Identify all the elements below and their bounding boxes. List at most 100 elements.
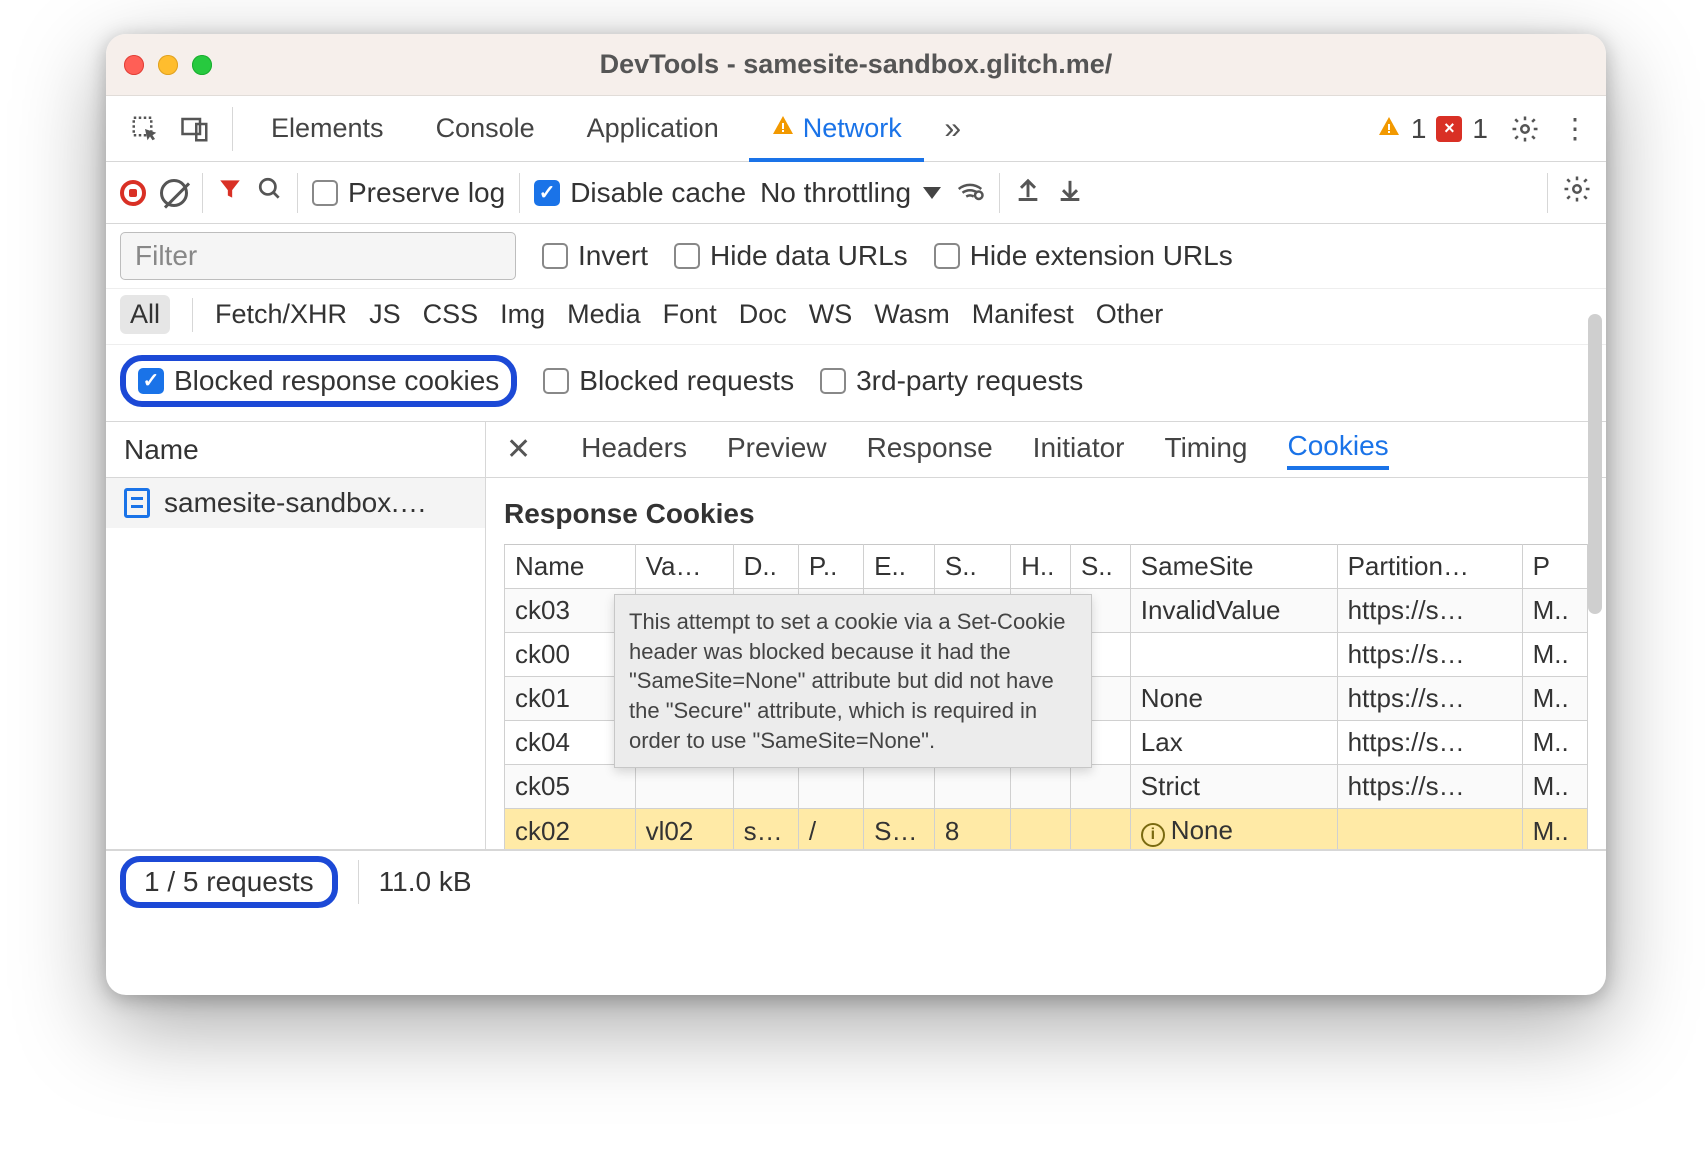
transferred-size: 11.0 kB	[379, 866, 472, 898]
throttling-value: No throttling	[760, 177, 911, 209]
table-cell: None	[1130, 677, 1337, 721]
type-all[interactable]: All	[120, 295, 170, 334]
col-priority[interactable]: P	[1522, 545, 1587, 589]
request-row[interactable]: samesite-sandbox.…	[106, 478, 485, 528]
filter-input[interactable]: Filter	[120, 232, 516, 280]
type-js[interactable]: JS	[369, 299, 401, 330]
col-name[interactable]: Name	[505, 545, 636, 589]
tab-timing[interactable]: Timing	[1165, 432, 1248, 468]
tab-preview[interactable]: Preview	[727, 432, 827, 468]
device-toolbar-icon[interactable]	[174, 108, 216, 150]
table-row[interactable]: ck05Stricthttps://s…M..	[505, 765, 1588, 809]
tab-cookies[interactable]: Cookies	[1287, 430, 1388, 470]
network-settings-icon[interactable]	[1562, 174, 1592, 211]
separator	[297, 173, 298, 213]
col-samesite[interactable]: SameSite	[1130, 545, 1337, 589]
third-party-checkbox[interactable]: 3rd-party requests	[820, 365, 1083, 397]
invert-label: Invert	[578, 240, 648, 272]
preserve-log-label: Preserve log	[348, 177, 505, 209]
type-ws[interactable]: WS	[809, 299, 853, 330]
col-path[interactable]: P..	[798, 545, 863, 589]
disable-cache-checkbox[interactable]: Disable cache	[534, 177, 746, 209]
type-font[interactable]: Font	[663, 299, 717, 330]
network-conditions-icon[interactable]	[955, 174, 985, 211]
highlighted-filter: Blocked response cookies	[120, 355, 517, 407]
col-domain[interactable]: D..	[733, 545, 798, 589]
detail-tab-bar: ✕ Headers Preview Response Initiator Tim…	[486, 422, 1606, 478]
tab-application[interactable]: Application	[565, 96, 741, 162]
blocked-response-cookies-checkbox[interactable]: Blocked response cookies	[138, 365, 499, 397]
table-row[interactable]: ck02vl02s…/S…8iNoneM..	[505, 809, 1588, 850]
type-manifest[interactable]: Manifest	[972, 299, 1074, 330]
type-css[interactable]: CSS	[423, 299, 479, 330]
name-column-header[interactable]: Name	[106, 422, 485, 478]
import-har-icon[interactable]	[1014, 175, 1042, 210]
requests-count: 1 / 5 requests	[144, 866, 314, 897]
col-expires[interactable]: E..	[864, 545, 935, 589]
type-img[interactable]: Img	[500, 299, 545, 330]
scrollbar[interactable]	[1588, 314, 1602, 614]
settings-icon[interactable]	[1504, 108, 1546, 150]
tab-network-label: Network	[803, 113, 902, 144]
tab-console[interactable]: Console	[414, 96, 557, 162]
type-doc[interactable]: Doc	[739, 299, 787, 330]
close-details-button[interactable]: ✕	[506, 432, 531, 467]
type-other[interactable]: Other	[1096, 299, 1164, 330]
table-cell	[1011, 809, 1071, 850]
invert-checkbox[interactable]: Invert	[542, 240, 648, 272]
close-window-button[interactable]	[124, 55, 144, 75]
more-tabs-button[interactable]: »	[932, 108, 974, 150]
type-fetch-xhr[interactable]: Fetch/XHR	[215, 299, 347, 330]
col-httponly[interactable]: H..	[1011, 545, 1071, 589]
error-count: 1	[1472, 113, 1488, 145]
tab-elements[interactable]: Elements	[249, 96, 406, 162]
tab-initiator[interactable]: Initiator	[1033, 432, 1125, 468]
tab-headers[interactable]: Headers	[581, 432, 687, 468]
warning-icon	[771, 113, 795, 144]
col-size[interactable]: S..	[934, 545, 1010, 589]
filter-placeholder: Filter	[135, 240, 197, 272]
table-header-row: Name Va… D.. P.. E.. S.. H.. S.. SameSit…	[505, 545, 1588, 589]
table-cell	[635, 765, 733, 809]
kebab-menu-icon[interactable]: ⋮	[1554, 108, 1596, 150]
col-secure[interactable]: S..	[1070, 545, 1130, 589]
blocked-filter-row: Blocked response cookies Blocked request…	[106, 345, 1606, 422]
separator	[519, 173, 520, 213]
hide-extension-urls-checkbox[interactable]: Hide extension URLs	[934, 240, 1233, 272]
record-button[interactable]	[120, 180, 146, 206]
search-icon[interactable]	[257, 176, 283, 209]
table-cell: M..	[1522, 589, 1587, 633]
separator	[232, 107, 233, 151]
hide-data-urls-checkbox[interactable]: Hide data URLs	[674, 240, 908, 272]
table-cell: iNone	[1130, 809, 1337, 850]
throttling-select[interactable]: No throttling	[760, 177, 941, 209]
minimize-window-button[interactable]	[158, 55, 178, 75]
checkbox-icon	[312, 180, 338, 206]
error-icon: ×	[1436, 116, 1462, 142]
col-partition[interactable]: Partition…	[1337, 545, 1522, 589]
maximize-window-button[interactable]	[192, 55, 212, 75]
export-har-icon[interactable]	[1056, 175, 1084, 210]
clear-button[interactable]	[160, 179, 188, 207]
col-value[interactable]: Va…	[635, 545, 733, 589]
table-cell: https://s…	[1337, 677, 1522, 721]
table-cell: vl02	[635, 809, 733, 850]
network-toolbar: Preserve log Disable cache No throttling	[106, 162, 1606, 224]
table-cell	[1070, 809, 1130, 850]
table-cell	[864, 765, 935, 809]
info-icon[interactable]: i	[1141, 823, 1165, 847]
tab-response[interactable]: Response	[867, 432, 993, 468]
tooltip-text: This attempt to set a cookie via a Set-C…	[629, 609, 1066, 753]
blocked-requests-checkbox[interactable]: Blocked requests	[543, 365, 794, 397]
issues-summary[interactable]: 1 × 1	[1377, 113, 1488, 145]
inspect-element-icon[interactable]	[124, 108, 166, 150]
tab-network[interactable]: Network	[749, 96, 924, 162]
table-cell: https://s…	[1337, 721, 1522, 765]
preserve-log-checkbox[interactable]: Preserve log	[312, 177, 505, 209]
table-cell: s…	[733, 809, 798, 850]
hide-data-label: Hide data URLs	[710, 240, 908, 272]
checkbox-icon	[934, 243, 960, 269]
type-media[interactable]: Media	[567, 299, 641, 330]
type-wasm[interactable]: Wasm	[874, 299, 950, 330]
filter-toggle-icon[interactable]	[217, 176, 243, 209]
